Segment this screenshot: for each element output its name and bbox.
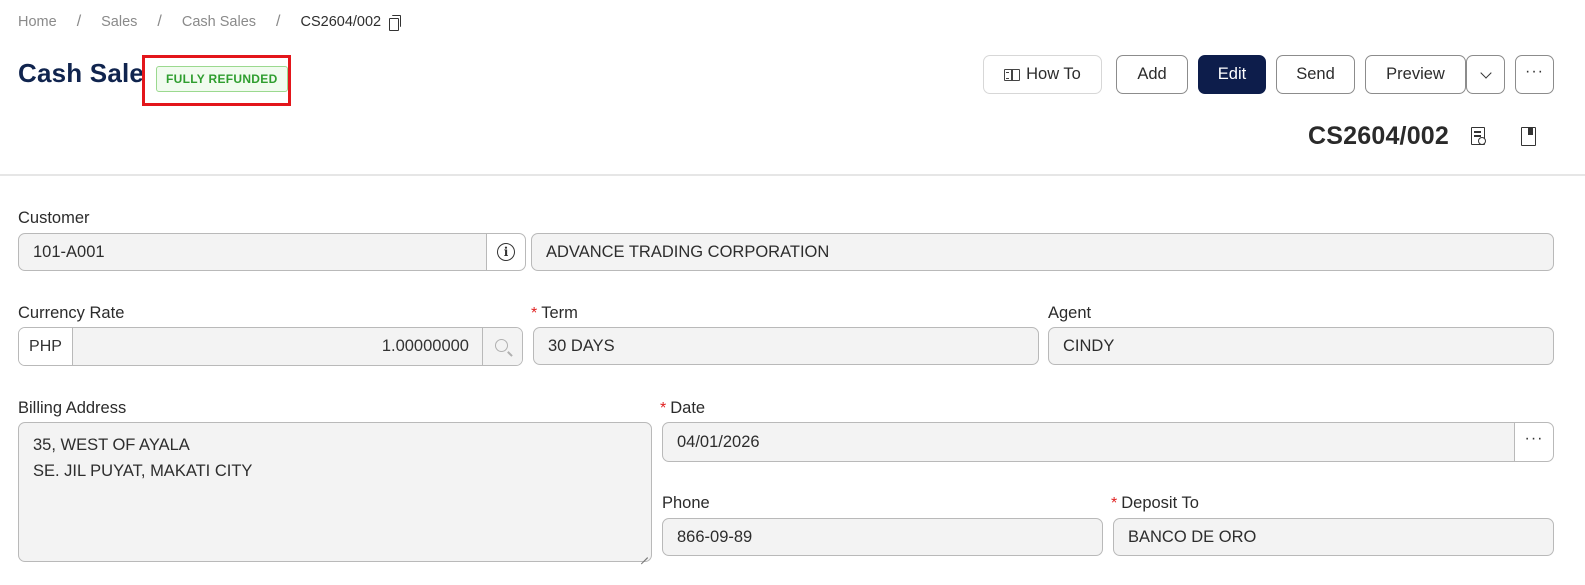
breadcrumb-sales[interactable]: Sales bbox=[101, 14, 137, 30]
more-actions-button[interactable]: ··· bbox=[1515, 55, 1554, 94]
send-button[interactable]: Send bbox=[1276, 55, 1355, 94]
preview-dropdown-button[interactable] bbox=[1466, 55, 1505, 94]
required-marker: * bbox=[531, 305, 538, 322]
agent-label: Agent bbox=[1048, 304, 1092, 322]
currency-rate-field[interactable]: 1.00000000 bbox=[73, 328, 483, 365]
copy-icon[interactable] bbox=[389, 14, 402, 31]
billing-address-textarea[interactable]: 35, WEST OF AYALA SE. JIL PUYAT, MAKATI … bbox=[18, 422, 652, 562]
resize-handle[interactable] bbox=[639, 549, 649, 559]
required-marker: * bbox=[1111, 495, 1118, 512]
edit-button[interactable]: Edit bbox=[1198, 55, 1266, 94]
billing-address-line1: 35, WEST OF AYALA bbox=[33, 436, 190, 454]
date-picker-button[interactable]: ··· bbox=[1514, 422, 1554, 462]
agent-field[interactable]: CINDY bbox=[1048, 327, 1554, 365]
search-icon bbox=[494, 338, 508, 352]
more-icon: ··· bbox=[1524, 430, 1544, 447]
billing-address-line2: SE. JIL PUYAT, MAKATI CITY bbox=[33, 462, 253, 480]
billing-address-label: Billing Address bbox=[18, 399, 127, 417]
add-button[interactable]: Add bbox=[1116, 55, 1188, 94]
deposit-to-field[interactable]: BANCO DE ORO bbox=[1113, 518, 1554, 556]
date-field[interactable]: 04/01/2026 bbox=[662, 422, 1515, 462]
breadcrumb-separator: / bbox=[76, 13, 82, 30]
info-icon: i bbox=[497, 243, 515, 261]
term-label-text: Term bbox=[541, 304, 578, 322]
customer-label: Customer bbox=[18, 209, 90, 227]
book-icon bbox=[1004, 68, 1021, 81]
more-icon: ··· bbox=[1525, 62, 1544, 80]
currency-search-button[interactable] bbox=[483, 328, 522, 365]
date-label-text: Date bbox=[670, 399, 706, 417]
customer-info-button[interactable]: i bbox=[486, 233, 526, 271]
breadcrumb-cash-sales[interactable]: Cash Sales bbox=[182, 14, 256, 30]
breadcrumb-home[interactable]: Home bbox=[18, 14, 57, 30]
highlight-box bbox=[142, 55, 291, 106]
document-number: CS2604/002 bbox=[1308, 122, 1450, 150]
term-field[interactable]: 30 DAYS bbox=[533, 327, 1039, 365]
currency-rate-group: PHP 1.00000000 bbox=[18, 327, 523, 366]
phone-label: Phone bbox=[662, 494, 710, 512]
bookmark-icon[interactable] bbox=[1521, 127, 1536, 146]
page-title: Cash Sale bbox=[18, 58, 145, 88]
header-divider bbox=[0, 174, 1585, 176]
phone-field[interactable]: 866-09-89 bbox=[662, 518, 1103, 556]
chevron-down-icon bbox=[1479, 66, 1492, 79]
breadcrumb: Home / Sales / Cash Sales / CS2604/002 bbox=[18, 12, 402, 32]
breadcrumb-separator: / bbox=[157, 13, 162, 30]
how-to-label: How To bbox=[1026, 65, 1081, 83]
preview-button[interactable]: Preview bbox=[1365, 55, 1466, 94]
customer-code-field[interactable]: 101-A001 bbox=[18, 233, 487, 271]
how-to-button[interactable]: How To bbox=[983, 55, 1102, 94]
breadcrumb-separator: / bbox=[276, 13, 281, 30]
term-label: * Term bbox=[531, 304, 578, 323]
currency-rate-label: Currency Rate bbox=[18, 304, 125, 322]
date-label: * Date bbox=[660, 399, 705, 418]
breadcrumb-current: CS2604/002 bbox=[300, 14, 382, 30]
required-marker: * bbox=[660, 400, 667, 417]
deposit-to-label: * Deposit To bbox=[1111, 494, 1199, 513]
deposit-to-label-text: Deposit To bbox=[1121, 494, 1199, 512]
customer-name-field[interactable]: ADVANCE TRADING CORPORATION bbox=[531, 233, 1554, 271]
receipt-search-icon[interactable] bbox=[1471, 127, 1486, 145]
currency-code[interactable]: PHP bbox=[19, 328, 73, 365]
